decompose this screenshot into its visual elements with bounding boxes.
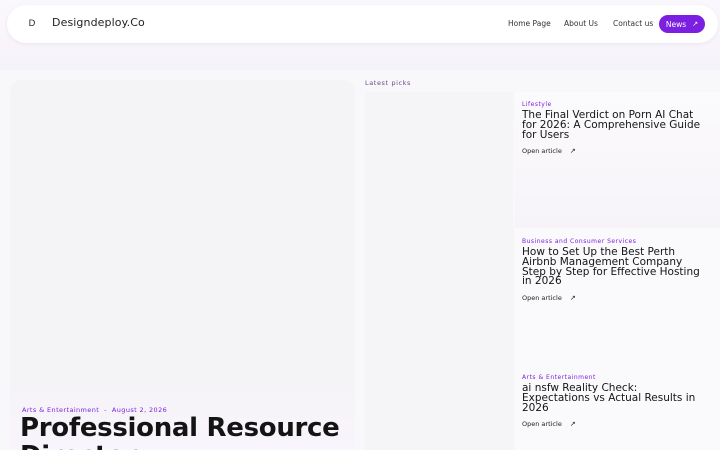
open-article-label: Open article [522,147,562,156]
pick-category: Arts & Entertainment [522,374,596,381]
arrow-up-right-icon: ↗ [569,147,576,156]
nav-link-contact[interactable]: Contact us [613,19,653,28]
pick-title[interactable]: ai nsfw Reality Check: Expectations vs A… [522,383,707,413]
latest-picks-heading: Latest picks [365,79,412,87]
nav-link-about[interactable]: About Us [564,19,598,28]
open-article-link[interactable]: Open article ↗ [522,147,707,155]
pick-title[interactable]: How to Set Up the Best Perth Airbnb Mana… [522,247,707,287]
latest-picks-image-column [365,92,513,450]
top-navigation-bar: D Designdeploy.Co Home Page About Us Con… [7,5,718,43]
news-button-label: News [665,19,687,29]
featured-title[interactable]: Professional Resource Directory [20,414,350,450]
pick-category: Lifestyle [522,101,552,108]
latest-pick-item[interactable]: Business and Consumer Services How to Se… [522,238,707,302]
arrow-up-right-icon: ↗ [692,20,699,28]
open-article-label: Open article [522,294,562,303]
arrow-up-right-icon: ↗ [569,294,576,303]
pick-title[interactable]: The Final Verdict on Porn AI Chat for 20… [522,110,707,140]
nav-link-home[interactable]: Home Page [508,19,551,28]
featured-article-card[interactable]: Arts & Entertainment - August 2, 2026 Prof… [10,80,355,450]
open-article-link[interactable]: Open article ↗ [522,420,707,428]
pick-category: Business and Consumer Services [522,238,637,245]
latest-pick-item[interactable]: Lifestyle The Final Verdict on Porn AI C… [522,101,707,155]
brand-name[interactable]: Designdeploy.Co [52,16,145,29]
news-button[interactable]: News ↗ [659,15,705,33]
logo-mark[interactable]: D [23,15,41,33]
open-article-label: Open article [522,420,562,429]
latest-pick-item[interactable]: Arts & Entertainment ai nsfw Reality Che… [522,374,707,428]
open-article-link[interactable]: Open article ↗ [522,294,707,302]
arrow-up-right-icon: ↗ [569,420,576,429]
